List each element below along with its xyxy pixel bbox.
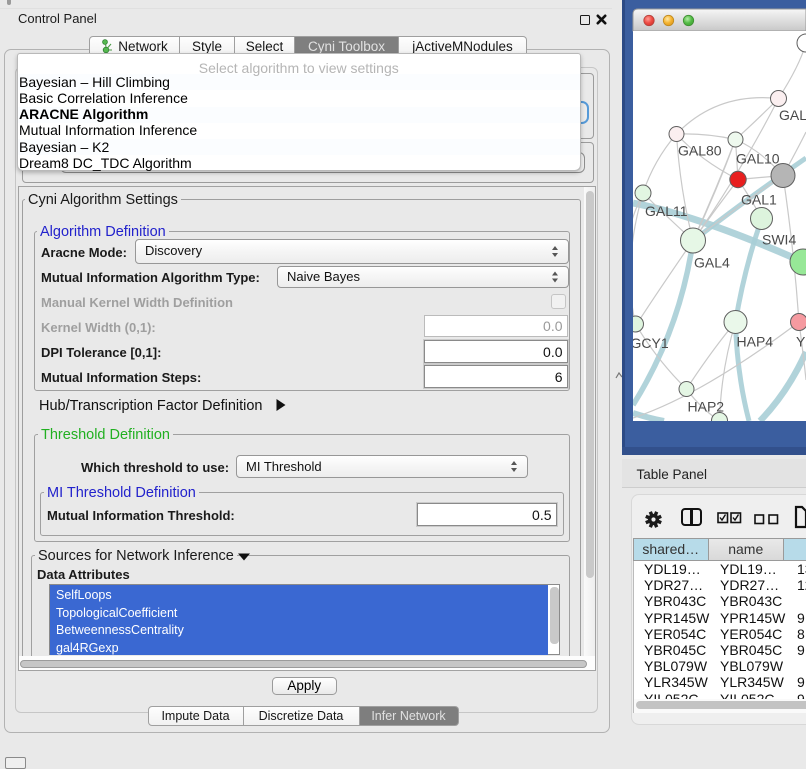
- svg-text:GAL2: GAL2: [779, 107, 806, 123]
- svg-text:GAL11: GAL11: [645, 203, 688, 219]
- svg-text:YD: YD: [796, 334, 806, 350]
- svg-text:GAL4: GAL4: [694, 255, 730, 271]
- svg-text:SWI4: SWI4: [762, 232, 796, 248]
- svg-text:GCY1: GCY1: [631, 335, 669, 351]
- svg-text:HAP4: HAP4: [737, 334, 774, 350]
- svg-text:GAL1: GAL1: [741, 192, 777, 208]
- svg-text:HAP2: HAP2: [688, 399, 725, 415]
- svg-text:GAL10: GAL10: [736, 151, 780, 167]
- svg-text:GAL80: GAL80: [678, 142, 722, 158]
